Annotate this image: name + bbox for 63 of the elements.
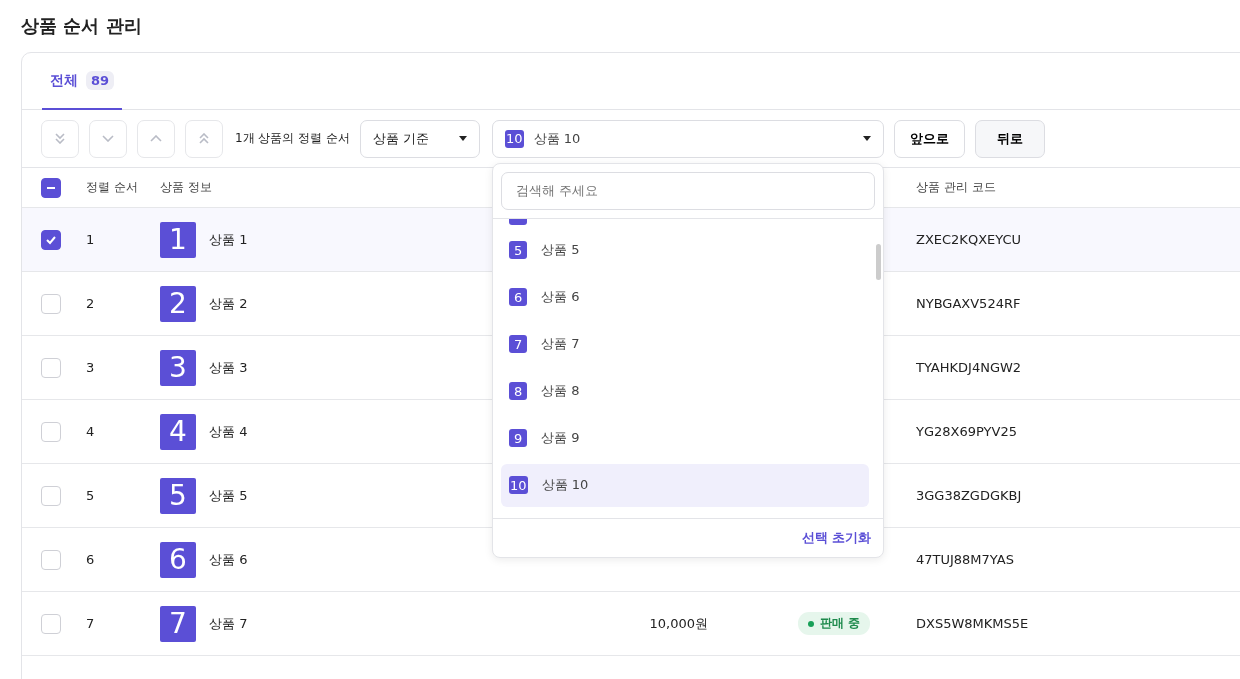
number-icon: 10 xyxy=(505,129,524,148)
code-cell-text: DXS5W8MKMS5E xyxy=(916,616,1030,631)
code-cell-text: NYBGAXV524RF xyxy=(916,296,1022,311)
move-down-button[interactable] xyxy=(89,119,127,158)
product-name: 상품 4 xyxy=(209,422,248,441)
dropdown-option[interactable]: 7 상품 7 xyxy=(501,322,870,366)
order-cell-text: 1 xyxy=(86,232,96,247)
chevron-up-icon xyxy=(150,135,162,142)
basis-select[interactable]: 상품 기준 xyxy=(360,119,481,158)
code-cell-text: 3GG38ZGDGKBJ xyxy=(916,488,1023,503)
double-chevron-up-icon xyxy=(199,133,209,144)
price-cell: 10,000원 xyxy=(649,615,708,631)
product-name: 상품 7 xyxy=(209,614,248,633)
move-bottom-button[interactable] xyxy=(41,119,79,158)
count-badge: 89 xyxy=(86,71,115,90)
order-cell-text: 3 xyxy=(86,360,96,375)
reset-link[interactable]: 선택 초기화 xyxy=(801,528,872,547)
tab[interactable]: 전체 89 xyxy=(42,53,123,110)
dropdown-option[interactable]: 6 상품 6 xyxy=(501,275,870,319)
order-cell-text: 7 xyxy=(86,616,96,631)
product-thumbnail: 4 xyxy=(160,413,196,450)
product-thumbnail: 1 xyxy=(160,221,196,258)
product-name: 상품 5 xyxy=(209,486,248,505)
product-thumbnail: 7 xyxy=(160,605,196,642)
product-name: 상품 1 xyxy=(209,230,248,249)
product-name: 상품 2 xyxy=(209,294,248,313)
dropdown-option[interactable]: 8 상품 8 xyxy=(501,369,870,413)
order-cell-text: 6 xyxy=(86,552,96,567)
column-header: 상품 정보 xyxy=(160,179,213,196)
order-cell-text: 5 xyxy=(86,488,96,503)
product-thumbnail: 3 xyxy=(160,349,196,386)
toolbar-button[interactable]: 앞으로 xyxy=(894,119,966,158)
move-up-button[interactable] xyxy=(137,119,175,158)
double-chevron-down-icon xyxy=(55,133,65,144)
code-cell-text: TYAHKDJ4NGW2 xyxy=(916,360,1023,375)
scrollbar[interactable] xyxy=(876,243,882,280)
chevron-down-icon xyxy=(102,135,114,142)
product-name: 상품 3 xyxy=(209,358,248,377)
page-title: 상품 순서 관리 xyxy=(20,14,143,38)
caret-icon xyxy=(459,135,468,142)
product-thumbnail: 5 xyxy=(160,477,196,514)
code-cell-text: 47TUJ88M7YAS xyxy=(916,552,1015,567)
toolbar-button[interactable]: 뒤로 xyxy=(975,119,1046,158)
product-thumbnail: 2 xyxy=(160,285,196,322)
caret-icon xyxy=(863,135,872,142)
column-header: 정렬 순서 xyxy=(86,179,139,196)
product-name: 상품 6 xyxy=(209,550,248,569)
dropdown-option[interactable]: 9 상품 9 xyxy=(501,416,870,460)
dropdown-option[interactable]: 10 상품 10 xyxy=(501,463,870,507)
code-cell-text: ZXEC2KQXEYCU xyxy=(916,232,1023,247)
product-select[interactable]: 10 상품 10 xyxy=(492,119,885,158)
column-header: 상품 관리 코드 xyxy=(916,179,997,196)
product-thumbnail: 6 xyxy=(160,541,196,578)
select-all-checkbox[interactable] xyxy=(41,177,61,198)
code-cell-text: YG28X69PYV25 xyxy=(916,424,1018,439)
sort-order-label: 1개 상품의 정렬 순서 xyxy=(235,130,351,147)
row-checkbox[interactable] xyxy=(41,229,61,250)
status-badge: 판매 중 xyxy=(798,612,871,635)
order-cell-text: 2 xyxy=(86,296,96,311)
dropdown-option[interactable]: 5 상품 5 xyxy=(501,228,870,272)
search-field[interactable]: 검색해 주세요 xyxy=(501,171,876,210)
order-cell-text: 4 xyxy=(86,424,96,439)
move-top-button[interactable] xyxy=(185,119,223,158)
